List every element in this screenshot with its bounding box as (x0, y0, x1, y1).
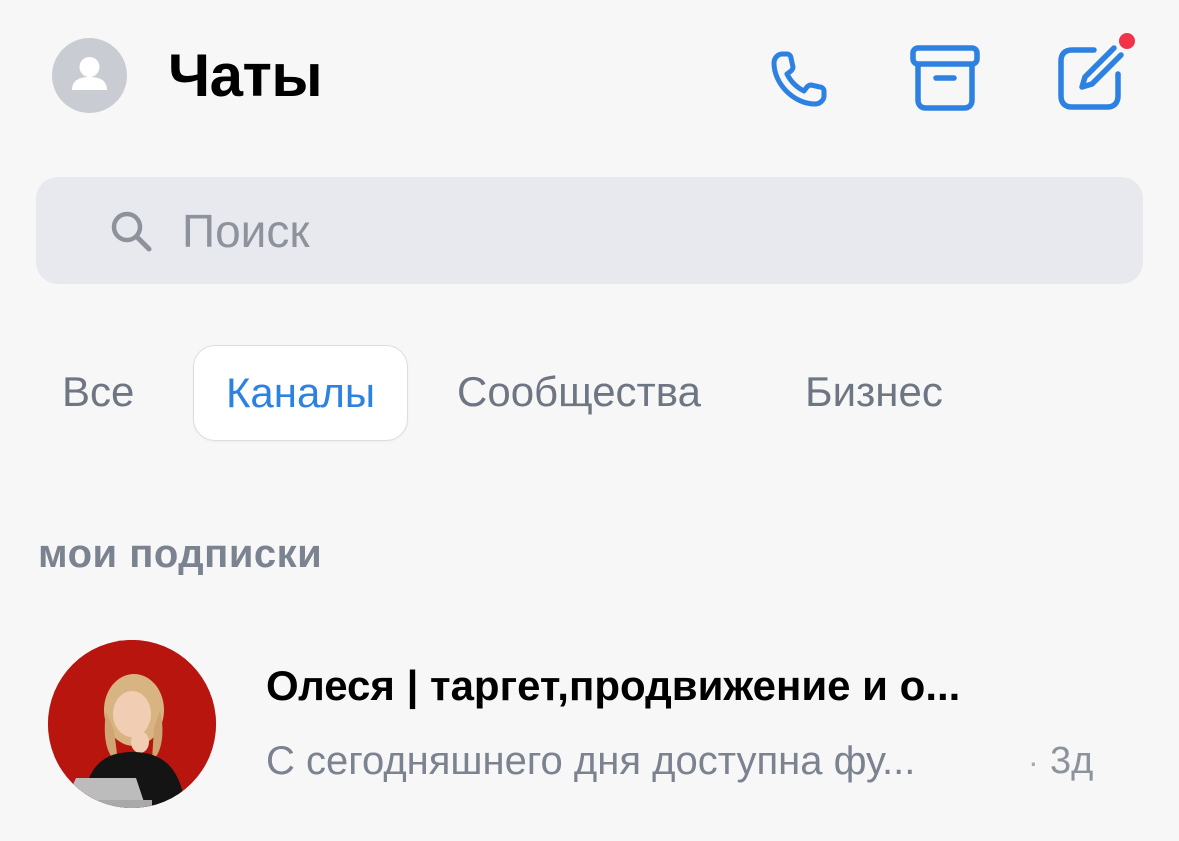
portrait-image (48, 640, 216, 808)
chat-separator: · (1028, 744, 1039, 780)
search-input[interactable] (182, 177, 1082, 284)
phone-icon (771, 51, 827, 107)
header: Чаты (0, 0, 1179, 150)
tab-communities[interactable]: Сообщества (457, 345, 701, 439)
compose-pencil-icon (1058, 45, 1124, 110)
chat-timestamp: 3д (1050, 740, 1094, 782)
profile-avatar-button[interactable] (52, 38, 127, 113)
search-icon (111, 211, 152, 252)
archive-box-icon (910, 45, 980, 111)
tab-business[interactable]: Бизнес (805, 345, 943, 439)
channel-avatar (48, 640, 216, 808)
section-title: мои подписки (38, 532, 323, 576)
chat-list-item[interactable]: Олеся | таргет,продвижение и о... С сего… (0, 630, 1179, 820)
call-button[interactable] (760, 38, 840, 118)
chat-preview: С сегодняшнего дня доступна фу... (266, 739, 916, 783)
page-title: Чаты (168, 42, 323, 109)
tab-channels[interactable]: Каналы (193, 345, 408, 441)
chat-title: Олеся | таргет,продвижение и о... (266, 662, 961, 709)
filter-tabs: Все Каналы Сообщества Бизнес (0, 345, 1179, 441)
archive-button[interactable] (905, 38, 985, 118)
user-avatar-icon (72, 57, 107, 90)
notification-dot (1117, 31, 1137, 51)
tab-all[interactable]: Все (62, 345, 134, 439)
compose-button[interactable] (1050, 38, 1130, 118)
search-bar[interactable] (36, 177, 1143, 284)
